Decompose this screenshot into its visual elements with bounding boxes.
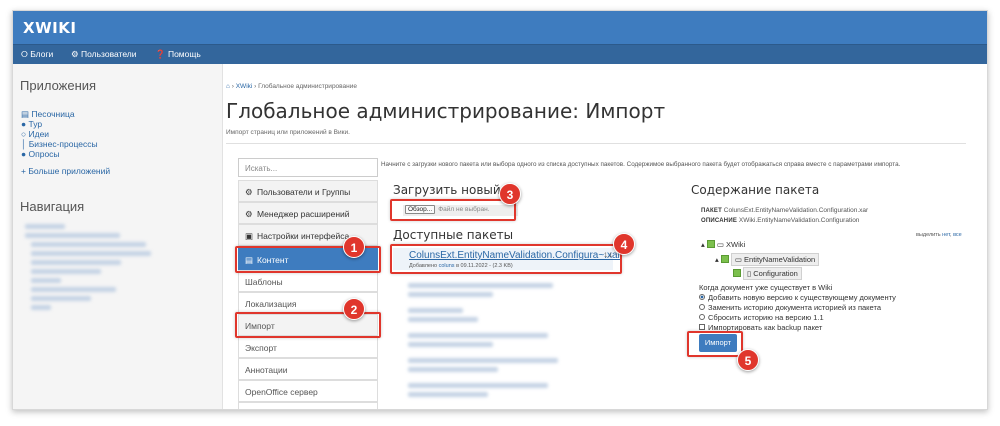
menu-help[interactable]: ❓ Помощь (155, 49, 201, 60)
home-icon[interactable]: ⌂ (226, 83, 230, 90)
xwiki-logo[interactable]: XWIKI (23, 19, 76, 37)
rss-icon: ⭘ (21, 49, 28, 59)
menu-openoffice[interactable]: OpenOffice сервер (238, 380, 378, 402)
file-icon: ▯ (747, 269, 752, 278)
app-workflows[interactable]: │ Бизнес-процессы (21, 139, 98, 149)
app-tour[interactable]: ● Тур (21, 119, 42, 129)
tree-node-xwiki[interactable]: ▴ ▭ XWiki (701, 240, 745, 249)
radio-checked-icon (699, 294, 705, 300)
help-icon: ❓ (155, 49, 166, 59)
title-divider (226, 143, 966, 144)
highlight-browse (390, 199, 516, 221)
checkbox-icon (699, 324, 705, 330)
step-badge: 5 (737, 349, 759, 371)
app-ideas[interactable]: ○ Идеи (21, 129, 49, 139)
page-title: Глобальное администрирование: Импорт (226, 99, 666, 123)
highlight-import-button (687, 331, 743, 357)
menu-templates[interactable]: Шаблоны (238, 270, 378, 292)
package-contents-heading: Содержание пакета (691, 183, 820, 197)
step-badge: 4 (613, 233, 635, 255)
breadcrumb: ⌂ › XWiki › Глобальное администрирование (226, 83, 357, 90)
option-replace-history[interactable]: Заменить историю документа историей из п… (699, 303, 881, 312)
browser-frame: XWIKI ⭘ Блоги ⚙ Пользователи ❓ Помощь Пр… (12, 10, 988, 410)
info-icon: ● (21, 119, 27, 129)
checkbox-icon (720, 255, 729, 263)
highlight-package (390, 244, 622, 274)
menu-export[interactable]: Экспорт (238, 336, 378, 358)
select-links: выделить нет, все (916, 232, 962, 238)
plus-icon: + (21, 166, 26, 176)
users-icon: ⚙ (245, 187, 253, 197)
menu-annotations[interactable]: Аннотации (238, 358, 378, 380)
radio-icon (699, 314, 705, 320)
tree-expander-icon: ▴ (715, 255, 719, 264)
poll-icon: ● (21, 149, 27, 159)
available-packages-heading: Доступные пакеты (393, 228, 514, 242)
tree-expander-icon: ▴ (701, 240, 705, 249)
package-name-row: ПАКЕТ ColunsExt.EntityNameValidation.Con… (701, 207, 869, 214)
flow-icon: │ (21, 139, 27, 149)
page-subtitle: Импорт страниц или приложений в Вики. (226, 129, 350, 136)
main-menu-bar: ⭘ Блоги ⚙ Пользователи ❓ Помощь (13, 44, 987, 64)
import-intro-text: Начните с загрузки нового пакета или выб… (381, 161, 901, 168)
select-none-link[interactable]: нет (942, 232, 950, 238)
menu-document-analysis[interactable]: Анализ документов (238, 402, 378, 409)
lightbulb-icon: ○ (21, 129, 27, 139)
admin-search-input[interactable]: Искать... (238, 158, 378, 177)
option-add-version[interactable]: Добавить новую версию к существующему до… (699, 293, 896, 302)
more-apps-link[interactable]: + Больше приложений (21, 166, 110, 176)
menu-users[interactable]: ⚙ Пользователи (71, 49, 136, 60)
breadcrumb-current: Глобальное администрирование (258, 83, 357, 90)
layout-icon: ▣ (245, 231, 254, 241)
menu-blogs[interactable]: ⭘ Блоги (21, 49, 53, 60)
step-badge: 1 (343, 236, 365, 258)
option-reset-history[interactable]: Сбросить историю на версию 1.1 (699, 313, 824, 322)
sandbox-icon: ▤ (21, 109, 30, 119)
upload-heading: Загрузить новый п (393, 183, 513, 197)
tree-node-configuration[interactable]: ▯ Configuration (733, 267, 802, 280)
app-polls[interactable]: ● Опросы (21, 149, 60, 159)
left-panel: Приложения ▤ Песочница ● Тур ○ Идеи │ Би… (13, 64, 223, 409)
select-all-link[interactable]: все (953, 232, 962, 238)
exists-label: Когда документ уже существует в Wiki (699, 283, 833, 292)
puzzle-icon: ⚙ (245, 209, 253, 219)
top-bar: XWIKI (13, 11, 987, 44)
step-badge: 3 (499, 183, 521, 205)
apps-heading: Приложения (20, 78, 97, 93)
checkbox-icon (706, 240, 715, 248)
radio-icon (699, 304, 705, 310)
tree-node-entity[interactable]: ▴ ▭ EntityNameValidation (715, 253, 820, 266)
menu-extension-manager[interactable]: ⚙ Менеджер расширений (238, 202, 378, 224)
step-badge: 2 (343, 298, 365, 320)
users-icon: ⚙ (71, 49, 79, 59)
menu-users-groups[interactable]: ⚙ Пользователи и Группы (238, 180, 378, 202)
folder-icon: ▭ (734, 255, 742, 264)
package-description-row: ОПИСАНИЕ XWiki.EntityNameValidation.Conf… (701, 217, 860, 224)
breadcrumb-xwiki[interactable]: XWiki (236, 83, 253, 90)
checkbox-icon (733, 269, 741, 277)
navigation-heading: Навигация (20, 199, 85, 214)
folder-icon: ▭ (716, 240, 724, 249)
